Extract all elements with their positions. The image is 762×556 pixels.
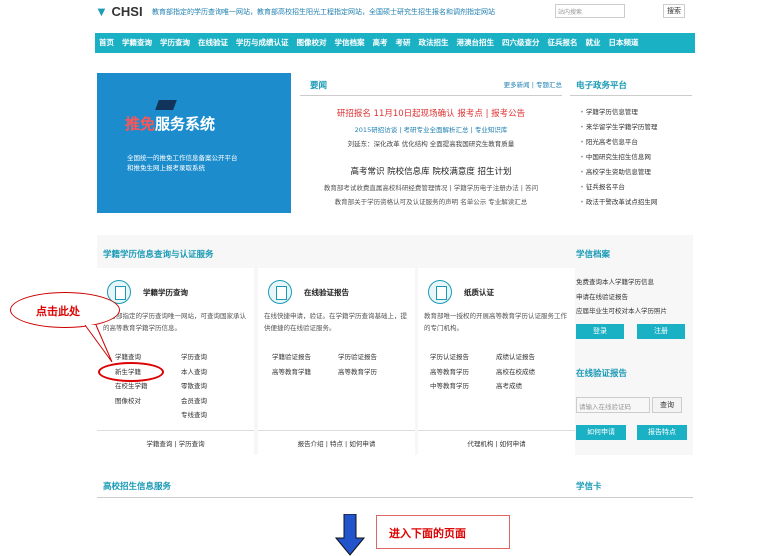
nav-item[interactable]: 考研 (392, 33, 415, 53)
callout-pointer (84, 324, 113, 363)
platform-item[interactable]: 阳光高考信息平台 (580, 135, 657, 150)
link-higher-ed-degree[interactable]: 高等教育学历 (338, 365, 377, 380)
verify-code-input[interactable]: 请输入在线验证码 (576, 397, 650, 413)
news-link[interactable]: 教育部关于学历资格认可及认证服务的声明 名单公示 专业解读汇总 (300, 196, 562, 206)
link-secondary-degree[interactable]: 中等教育学历 (430, 379, 469, 394)
link-member-query[interactable]: 会员查询 (181, 394, 207, 409)
link-degree-report[interactable]: 学历验证报告 (338, 350, 377, 365)
nav-item[interactable]: 学历查询 (156, 33, 194, 53)
nav-item[interactable]: 高考 (369, 33, 392, 53)
news-link[interactable]: 教育部考试收费直属高校科研经费管理情况 | 学籍学历电子注册办法 | 答问 (300, 182, 562, 192)
link-degree-cert[interactable]: 学历认证报告 (430, 350, 469, 365)
panel-online-verification: 在线验证报告 在线快捷申请，验证。在学籍学历查询基础上，提供便捷的在线验证服务。… (258, 268, 415, 460)
link-gaokao-grades[interactable]: 高考成绩 (496, 379, 535, 394)
platform-item[interactable]: 征兵报名平台 (580, 180, 657, 195)
panel-paper-certification: 纸质认证 教育部唯一授权的开展高等教育学历认证服务工作的专门机构。 学历认证报告… (418, 268, 575, 460)
nav-item[interactable]: 日本频道 (605, 33, 643, 53)
link-single-query[interactable]: 零散查询 (181, 379, 207, 394)
panel-footer-links[interactable]: 代理机构 | 如何申请 (418, 438, 575, 448)
annotation-note: 进入下面的页面 (376, 515, 510, 549)
panel-title[interactable]: 学籍学历查询 (143, 287, 188, 298)
panel-desc: 在线快捷申请，验证。在学籍学历查询基础上，提供便捷的在线验证服务。 (264, 312, 407, 332)
verify-query-button[interactable]: 查询 (652, 397, 682, 413)
verify-title: 在线验证报告 (576, 368, 628, 378)
nav-item[interactable]: 就业 (582, 33, 605, 53)
banner-title: 推免服务系统 (125, 115, 216, 133)
archive-item[interactable]: 免费查询本人学籍学历信息 (576, 275, 667, 290)
report-icon (268, 280, 292, 304)
platform-item[interactable]: 政法干警改革试点招生网 (580, 195, 658, 210)
banner-desc: 全国统一的推免工作信息备案公开平台 和推免生网上报考录取系统 (127, 154, 238, 172)
platform-item[interactable]: 来华留学生学籍学历管理 (580, 120, 658, 135)
news-title: 要闻 (310, 80, 328, 90)
link-college-grades[interactable]: 高校在校成绩 (496, 365, 535, 380)
news-link[interactable]: 高考常识 院校信息库 院校满意度 招生计划 (300, 165, 562, 177)
graduation-cap-icon (155, 100, 177, 110)
register-button[interactable]: 注册 (637, 324, 685, 339)
link-higher-ed-degree[interactable]: 高等教育学历 (430, 365, 469, 380)
news-link[interactable]: 2015研招访谈 | 考研专业全面解析汇总 | 专业知识库 (300, 124, 562, 134)
link-enrollment-report[interactable]: 学籍验证报告 (272, 350, 311, 365)
news-link[interactable]: 刘延东：深化改革 优化结构 全面提高我国研究生教育质量 (300, 138, 562, 148)
platform-title: 电子政务平台 (576, 80, 628, 90)
report-features-button[interactable]: 报告特点 (637, 425, 687, 440)
login-button[interactable]: 登录 (576, 324, 624, 339)
nav-item[interactable]: 学籍查询 (118, 33, 156, 53)
arrow-down-icon (335, 514, 365, 556)
nav-item[interactable]: 四六级查分 (498, 33, 544, 53)
panel-desc: 教育部唯一授权的开展高等教育学历认证服务工作的专门机构。 (424, 312, 567, 332)
link-self-query[interactable]: 本人查询 (181, 365, 207, 380)
platform-item[interactable]: 中国研究生招生信息网 (580, 150, 657, 165)
site-tagline: 教育部指定的学历查询唯一网站，教育部高校招生阳光工程指定网站，全国硕士研究生招生… (152, 8, 495, 16)
nav-item[interactable]: 图像校对 (293, 33, 331, 53)
platform-item[interactable]: 学籍学历信息管理 (580, 105, 657, 120)
nav-item[interactable]: 港澳台招生 (453, 33, 499, 53)
search-input[interactable]: 站内搜索 (555, 4, 625, 18)
archive-item[interactable]: 应届毕业生可校对本人学历照片 (576, 304, 667, 319)
services-title: 学籍学历信息查询与认证服务 (103, 249, 214, 259)
link-grade-cert[interactable]: 成绩认证报告 (496, 350, 535, 365)
platform-item[interactable]: 高校学生资助信息管理 (580, 165, 657, 180)
admissions-title: 高校招生信息服务 (103, 481, 172, 491)
archive-item[interactable]: 申请在线验证报告 (576, 290, 667, 305)
link-degree-query[interactable]: 学历查询 (181, 350, 207, 365)
archive-title: 学信档案 (576, 249, 611, 259)
nav-item[interactable]: 首页 (95, 33, 118, 53)
news-more-links[interactable]: 更多新闻 | 专题汇总 (504, 79, 562, 89)
panel-footer-links[interactable]: 报告介绍 | 特点 | 如何申请 (258, 438, 415, 448)
student-card-title: 学信卡 (576, 481, 602, 491)
news-headline[interactable]: 研招报名 11月10日起现场确认 报考点 | 报考公告 (300, 107, 562, 119)
nav-item[interactable]: 学历与成绩认证 (232, 33, 293, 53)
tuimian-banner[interactable]: 推免服务系统 全国统一的推免工作信息备案公开平台 和推免生网上报考录取系统 (97, 73, 291, 213)
how-to-apply-button[interactable]: 如何申请 (576, 425, 626, 440)
nav-item[interactable]: 学信档案 (331, 33, 369, 53)
certificate-icon (428, 280, 452, 304)
main-nav: 首页 学籍查询 学历查询 在线验证 学历与成绩认证 图像校对 学信档案 高考 考… (95, 33, 695, 53)
chsi-logo[interactable]: ▼ CHSI (95, 4, 143, 19)
link-higher-ed-records[interactable]: 高等教育学籍 (272, 365, 311, 380)
nav-item[interactable]: 在线验证 (194, 33, 232, 53)
search-button[interactable]: 搜索 (663, 4, 685, 18)
link-dedicated-query[interactable]: 专线查询 (181, 408, 207, 423)
highlight-oval (98, 362, 164, 382)
news-section: 要闻 更多新闻 | 专题汇总 研招报名 11月10日起现场确认 报考点 | 报考… (300, 73, 562, 213)
panel-title[interactable]: 在线验证报告 (304, 287, 349, 298)
panel-title[interactable]: 纸质认证 (464, 287, 494, 298)
panel-desc: 教育部指定的学历查询唯一网站，可查询国家承认的高等教育学籍学历信息。 (103, 312, 246, 332)
link-image-check[interactable]: 图像校对 (115, 394, 148, 409)
panel-footer-links[interactable]: 学籍查询 | 学历查询 (97, 438, 254, 448)
nav-item[interactable]: 政法招生 (415, 33, 453, 53)
nav-item[interactable]: 征兵报名 (544, 33, 582, 53)
